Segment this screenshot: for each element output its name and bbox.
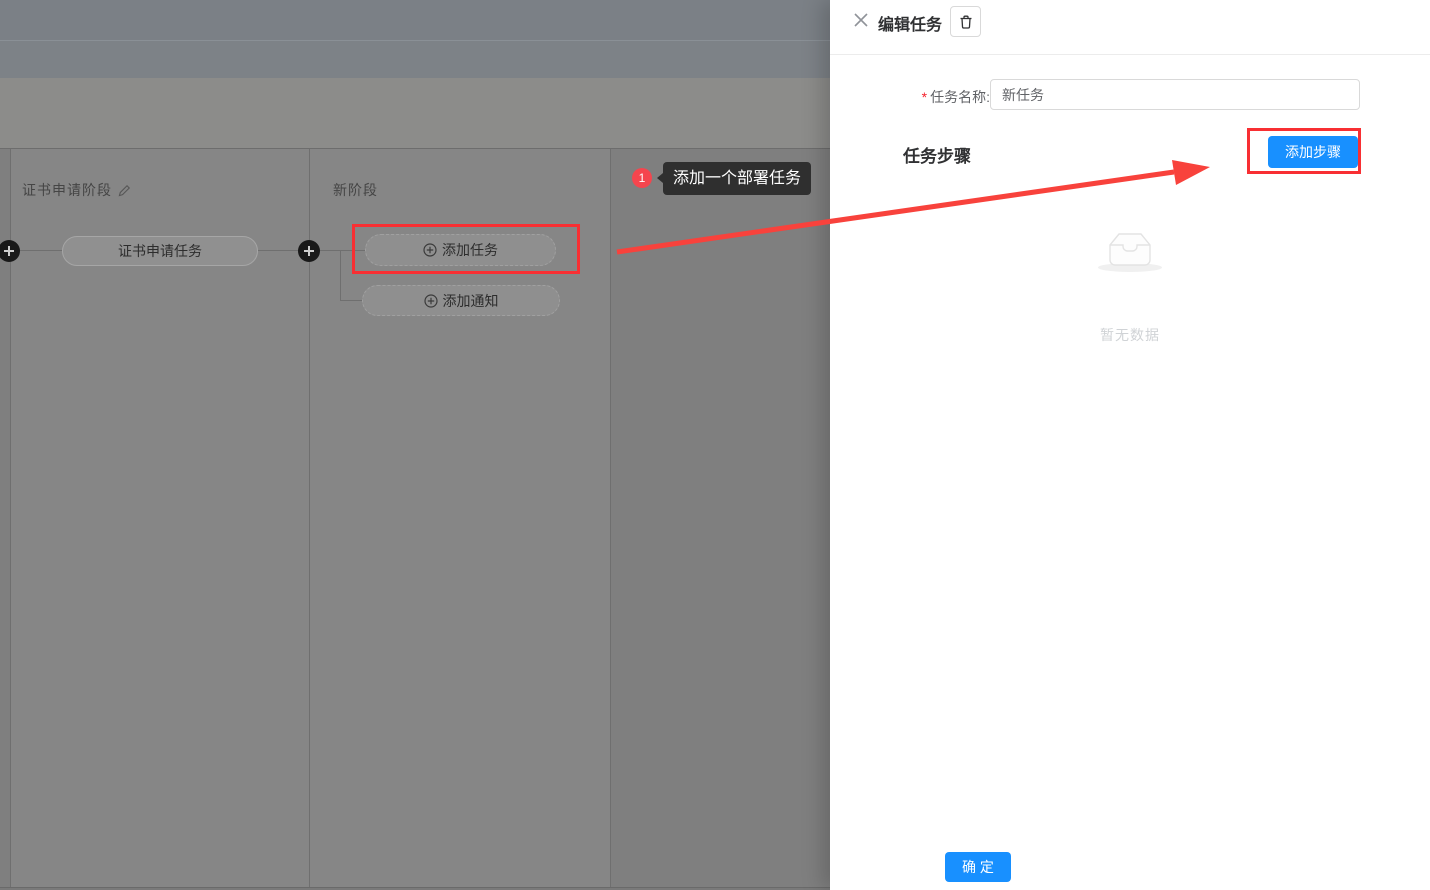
tooltip-arrow <box>657 173 663 183</box>
close-icon[interactable] <box>853 12 871 30</box>
toolbar-bar-dimmed <box>0 78 830 148</box>
guide-tooltip: 添加一个部署任务 <box>663 162 811 195</box>
connector-line <box>340 300 363 301</box>
connector-line <box>340 250 341 301</box>
drawer-title: 编辑任务 <box>878 11 942 35</box>
sub-nav-bar-dimmed <box>0 40 830 78</box>
stage-title-1-label: 证书申请阶段 <box>22 180 112 200</box>
add-notice-label: 添加通知 <box>443 291 499 311</box>
stage-title-2: 新阶段 <box>333 180 378 200</box>
empty-state: 暂无数据 <box>1060 226 1200 345</box>
task-name-input[interactable] <box>990 79 1360 110</box>
add-notice-button[interactable]: 添加通知 <box>362 285 560 316</box>
screen: 证书申请阶段 新阶段 证书申请任务 添加任务 <box>0 0 1430 890</box>
empty-text: 暂无数据 <box>1060 325 1200 345</box>
guide-step-badge: 1 <box>632 168 652 188</box>
guide-tooltip-text: 添加一个部署任务 <box>673 170 801 187</box>
circle-plus-icon <box>424 294 438 308</box>
task-name-label: *任务名称: <box>910 87 990 107</box>
top-nav-bar-dimmed <box>0 0 830 40</box>
confirm-button[interactable]: 确 定 <box>945 852 1011 882</box>
stage-title-2-label: 新阶段 <box>333 180 378 200</box>
steps-section-title: 任务步骤 <box>903 142 971 167</box>
guide-highlight-add-step <box>1247 128 1361 174</box>
stage-title-1: 证书申请阶段 <box>22 180 131 200</box>
required-asterisk: * <box>922 89 927 105</box>
pencil-icon[interactable] <box>118 184 131 197</box>
add-node-button-middle[interactable] <box>298 240 320 262</box>
task-pill-certificate[interactable]: 证书申请任务 <box>62 236 258 266</box>
trash-icon <box>958 14 974 30</box>
task-pill-label: 证书申请任务 <box>118 241 202 261</box>
empty-box-icon <box>1102 226 1158 270</box>
drawer-header: 编辑任务 <box>830 0 1430 55</box>
delete-task-button[interactable] <box>950 6 981 37</box>
guide-highlight-add-task <box>352 224 580 274</box>
